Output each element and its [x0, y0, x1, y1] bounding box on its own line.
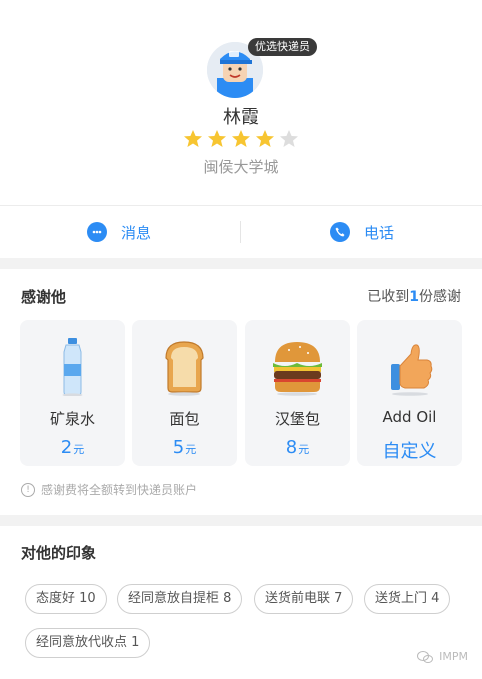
courier-school: 闽侯大学城 — [203, 158, 279, 176]
star-filled-icon — [256, 130, 274, 147]
courier-profile: 优选快递员 林霞 闽侯大学城 — [0, 0, 482, 205]
gift-price: 8元 — [285, 437, 310, 458]
star-empty-icon — [280, 130, 298, 147]
impression-tag[interactable]: 经同意放自提柜 8 — [117, 584, 243, 614]
phone-label: 电话 — [364, 223, 395, 242]
courier-badge: 优选快递员 — [248, 38, 317, 56]
gift-name: 矿泉水 — [49, 410, 95, 428]
phone-button[interactable]: 电话 — [330, 206, 394, 258]
gift-card-bread[interactable]: 面包 5元 — [132, 320, 237, 466]
thumbs-up-icon — [391, 344, 433, 396]
burger-icon — [273, 342, 322, 396]
action-divider — [240, 221, 241, 243]
impression-tag[interactable]: 送货上门 4 — [364, 584, 451, 614]
gift-name: Add Oil — [382, 408, 437, 426]
gift-name: 汉堡包 — [274, 410, 320, 428]
impression-tag[interactable]: 经同意放代收点 1 — [25, 628, 151, 658]
section-separator — [0, 515, 482, 526]
impressions-title: 对他的印象 — [21, 544, 97, 562]
courier-name: 林霞 — [223, 107, 259, 128]
star-filled-icon — [232, 130, 250, 147]
thanks-note: ! 感谢费将全额转到快递员账户 — [21, 481, 197, 498]
gift-price: 5元 — [172, 437, 197, 458]
impression-tag[interactable]: 态度好 10 — [25, 584, 107, 614]
message-icon — [87, 222, 107, 242]
gift-custom-label: 自定义 — [382, 441, 437, 462]
message-button[interactable]: 消息 — [87, 206, 151, 258]
gift-name: 面包 — [169, 410, 200, 428]
gift-card-water[interactable]: 矿泉水 2元 — [20, 320, 125, 466]
contact-actions: 消息 电话 — [0, 205, 482, 258]
impression-tag[interactable]: 送货前电联 7 — [254, 584, 354, 614]
section-separator — [0, 258, 482, 269]
wechat-icon — [417, 650, 434, 663]
bread-icon — [165, 341, 204, 396]
thanks-title: 感谢他 — [21, 288, 67, 306]
gift-card-burger[interactable]: 汉堡包 8元 — [245, 320, 350, 466]
rating-stars — [183, 129, 299, 151]
phone-icon — [330, 222, 350, 242]
info-icon: ! — [21, 482, 35, 497]
watermark: IMPM — [417, 650, 468, 663]
star-filled-icon — [208, 130, 226, 147]
star-filled-icon — [184, 130, 202, 147]
gift-price: 2元 — [60, 437, 85, 458]
gift-card-custom[interactable]: Add Oil 自定义 — [357, 320, 462, 466]
thanks-received-count: 已收到1份感谢 — [367, 289, 461, 305]
message-label: 消息 — [121, 223, 152, 242]
water-bottle-icon — [62, 338, 83, 396]
